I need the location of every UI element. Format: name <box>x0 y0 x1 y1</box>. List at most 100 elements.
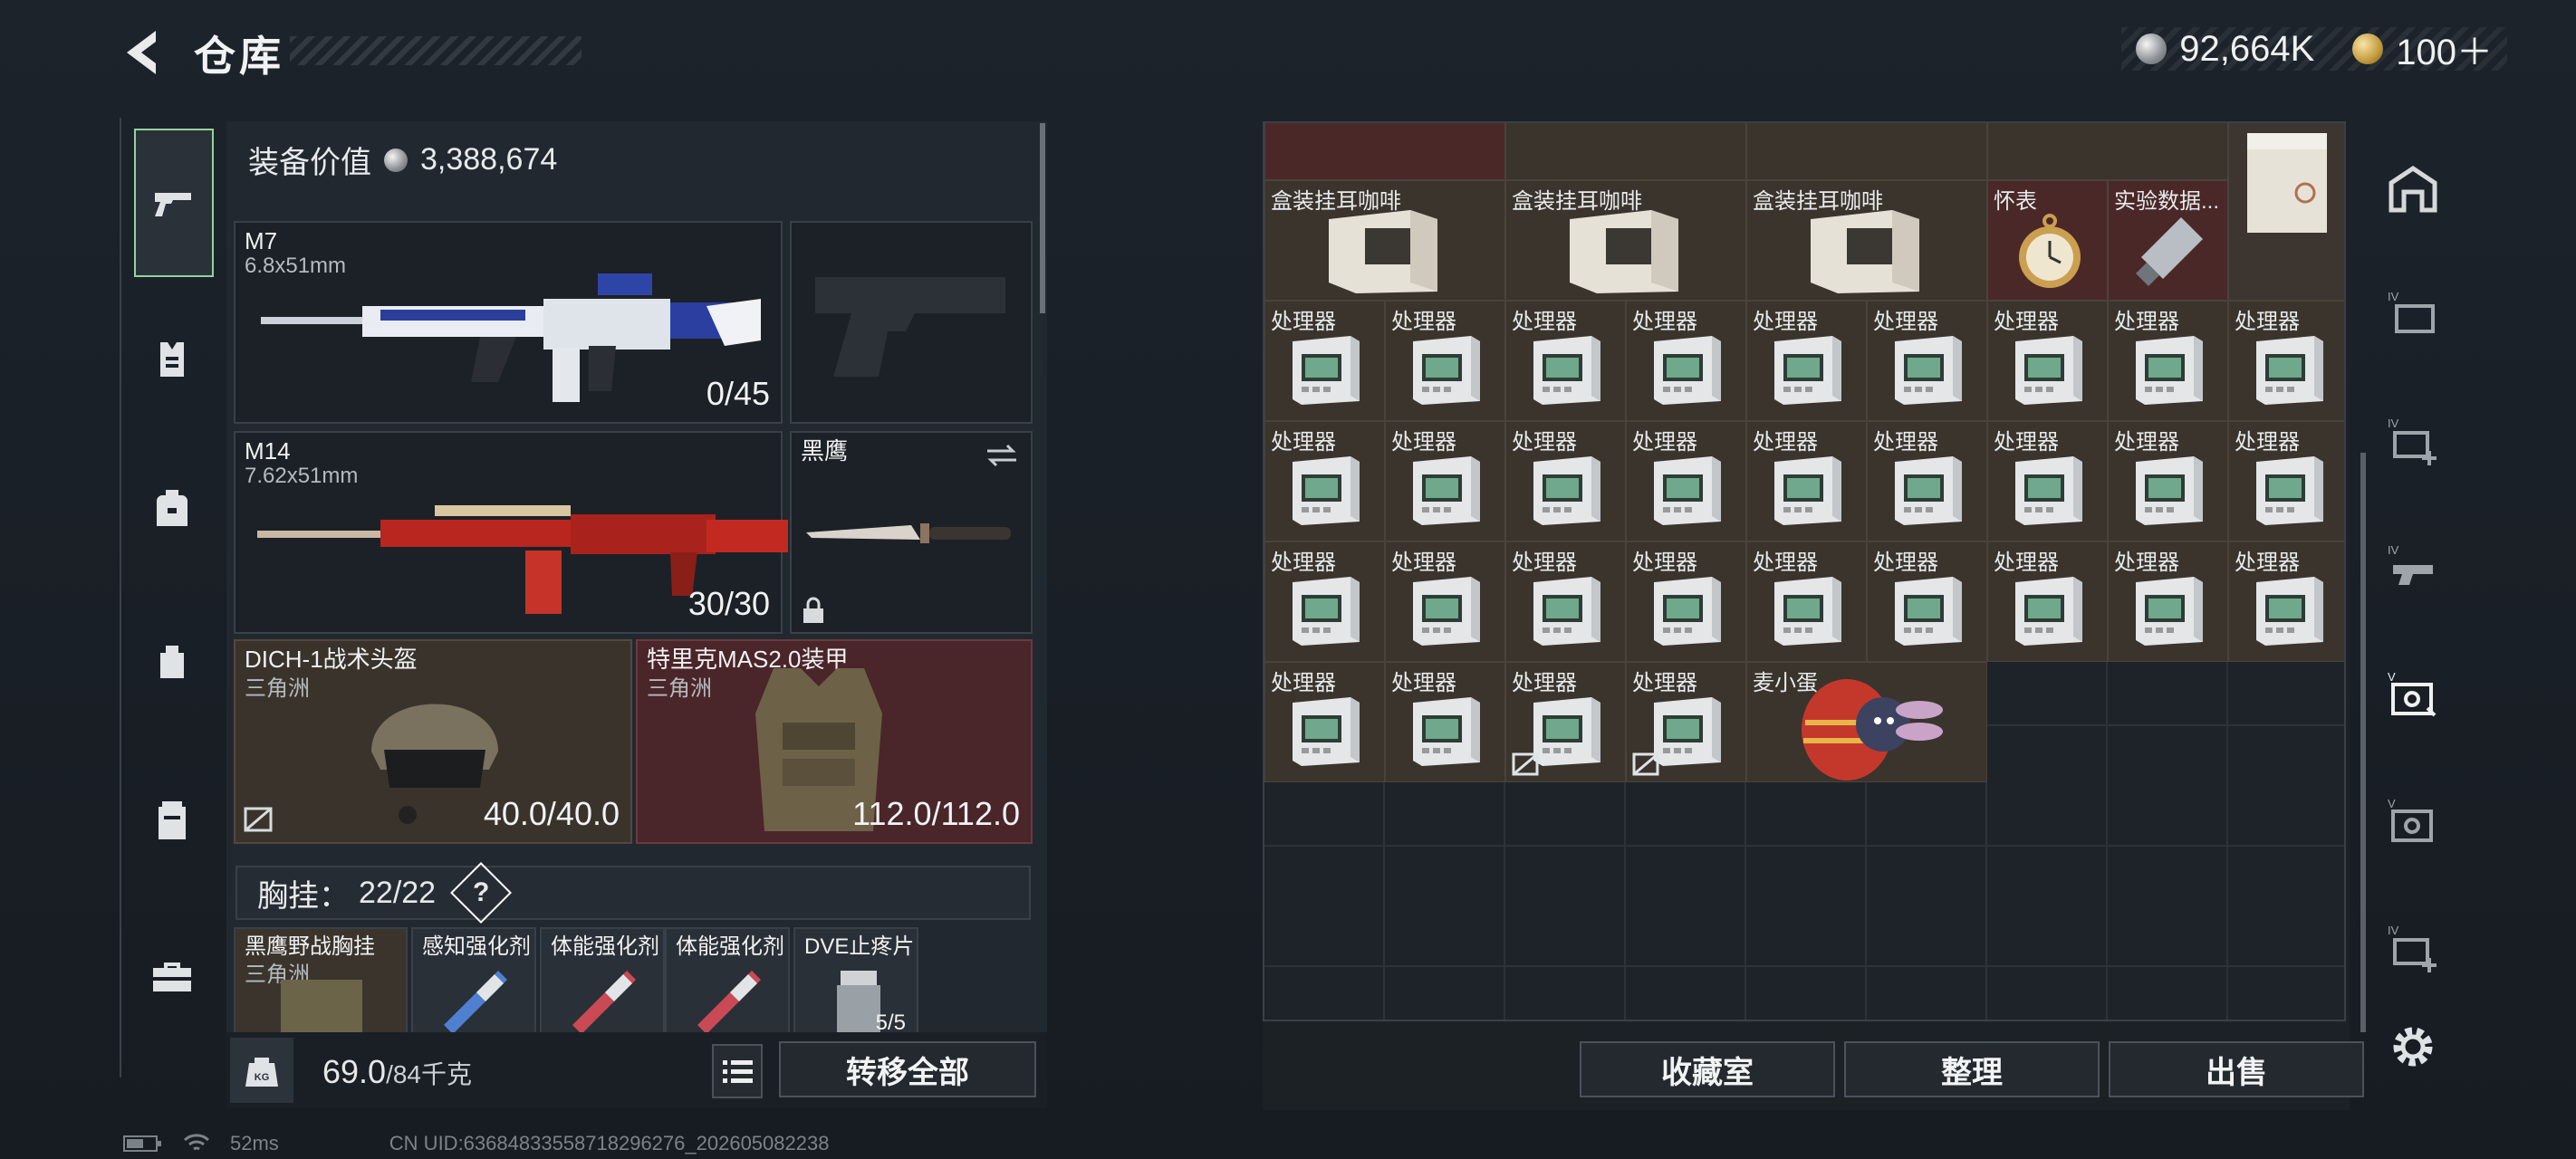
transfer-all-button[interactable]: 转移全部 <box>779 1041 1036 1097</box>
storage-item-processor[interactable]: 处理器 <box>1385 301 1505 421</box>
processor-icon <box>1293 577 1360 646</box>
medical-box-icon: IV <box>2388 417 2437 465</box>
storage-item-processor[interactable]: 处理器 <box>2228 421 2344 541</box>
equipment-scrollbar[interactable] <box>1040 123 1045 313</box>
storage-item-processor[interactable]: 处理器 <box>1626 301 1746 421</box>
storage-item[interactable] <box>1746 123 1987 180</box>
storage-tab-main[interactable] <box>2384 159 2442 217</box>
storage-item-processor[interactable]: 处理器 <box>1746 421 1867 541</box>
currency-display[interactable]: 92,664K 100＋ <box>2121 27 2507 72</box>
settings-button[interactable] <box>2384 1018 2442 1076</box>
armor-slot[interactable]: 特里克MAS2.0装甲 三角洲 112.0/112.0 <box>636 639 1033 844</box>
chest-rig-slot[interactable]: 黑鹰野战胸挂 三角洲 <box>234 927 408 1039</box>
rig-item-slot[interactable]: 体能强化剂 <box>665 927 790 1039</box>
svg-text:IV: IV <box>2388 924 2399 937</box>
coffee-box-icon <box>1811 210 1919 293</box>
helmet-slot[interactable]: DICH-1战术头盔 三角洲 40.0/40.0 <box>234 639 632 844</box>
rig-item-slot[interactable]: 体能强化剂 <box>540 927 665 1039</box>
storage-item-processor[interactable]: 处理器 <box>1746 301 1867 421</box>
primary-weapon-slot[interactable]: M7 6.8x51mm 0/45 <box>234 221 783 424</box>
swap-icon[interactable] <box>984 442 1020 469</box>
melee-name: 黑鹰 <box>801 437 849 465</box>
storage-item-processor[interactable]: 处理器 <box>1264 662 1385 782</box>
storage-item-processor[interactable]: 处理器 <box>1264 421 1385 541</box>
sort-button[interactable]: 整理 <box>1844 1041 2100 1097</box>
storage-item-processor[interactable]: 处理器 <box>2108 541 2228 662</box>
storage-item-processor[interactable]: 处理器 <box>2108 301 2228 421</box>
storage-item-processor[interactable]: 处理器 <box>1987 301 2108 421</box>
ammo-box-icon: V <box>2388 797 2433 842</box>
back-icon[interactable] <box>120 25 165 80</box>
storage-tab-5b[interactable]: V <box>2384 793 2442 851</box>
melee-slot[interactable]: 黑鹰 <box>790 431 1033 634</box>
storage-item-processor[interactable]: 处理器 <box>1385 662 1505 782</box>
processor-icon <box>2015 336 2082 405</box>
storage-tab-4c[interactable]: IV <box>2384 540 2442 598</box>
nav-armor[interactable] <box>134 321 210 398</box>
processor-icon <box>1895 577 1962 646</box>
sell-button[interactable]: 出售 <box>2109 1041 2364 1097</box>
help-icon[interactable]: ? <box>450 862 513 924</box>
gold-coin-icon <box>2352 34 2384 64</box>
storage-item-processor[interactable]: 处理器 <box>1505 541 1626 662</box>
storage-grid[interactable]: 盒装挂耳咖啡 盒装挂耳咖啡 盒装挂耳咖啡 怀表 实验数据... 处理器 处理器 处理… <box>1263 121 2346 1021</box>
weapon-ammo: 0/45 <box>706 375 770 412</box>
rig-item-slot[interactable]: DVE止疼片 5/5 <box>793 927 918 1039</box>
storage-item-processor[interactable]: 处理器 <box>1264 541 1385 662</box>
secondary-weapon-slot[interactable]: M14 7.62x51mm 30/30 <box>234 431 788 634</box>
nav-weapons[interactable] <box>134 129 214 277</box>
storage-item-processor[interactable]: 处理器 <box>1626 541 1746 662</box>
processor-icon <box>1413 577 1480 646</box>
rig-item-slot[interactable]: 感知强化剂 <box>411 927 536 1039</box>
storage-item-processor[interactable]: 处理器 <box>1987 421 2108 541</box>
processor-icon <box>1293 456 1360 525</box>
storage-tab-5-active[interactable]: V <box>2384 666 2442 724</box>
storage-item-processor[interactable]: 处理器 <box>1385 541 1505 662</box>
storage-item-coffee[interactable]: 盒装挂耳咖啡 <box>1505 180 1746 301</box>
weight-display: 69.0/84千克 <box>322 1053 472 1091</box>
storage-tab-4a[interactable]: IV <box>2384 286 2442 344</box>
storage-item-processor[interactable]: 处理器 <box>2108 421 2228 541</box>
storage-tab-4d[interactable]: IV <box>2384 920 2442 978</box>
storage-tab-4b[interactable]: IV <box>2384 413 2442 471</box>
storage-item[interactable] <box>2228 123 2344 301</box>
storage-item-processor[interactable]: 处理器 <box>2228 301 2344 421</box>
storage-item-processor[interactable]: 处理器 <box>1385 421 1505 541</box>
storage-item-pocket-watch[interactable]: 怀表 <box>1987 180 2108 301</box>
pistol-slot-empty[interactable] <box>790 221 1033 424</box>
storage-item-processor[interactable]: 处理器 <box>1867 301 1987 421</box>
storage-item-processor[interactable]: 处理器 <box>1867 541 1987 662</box>
expansion-box-icon: IV <box>2388 290 2435 333</box>
storage-item-processor[interactable]: 处理器 <box>1626 421 1746 541</box>
storage-item-processor[interactable]: 处理器 <box>2228 541 2344 662</box>
storage-item-processor[interactable]: 处理器 <box>1505 662 1626 782</box>
storage-item-processor[interactable]: 处理器 <box>1505 301 1626 421</box>
storage-item-processor[interactable]: 处理器 <box>1626 662 1746 782</box>
nav-backpack[interactable] <box>134 471 210 547</box>
storage-item[interactable] <box>1505 123 1746 180</box>
nav-case[interactable] <box>134 782 210 858</box>
no-insure-icon <box>1512 752 1539 776</box>
processor-icon <box>1533 577 1600 646</box>
storage-item-processor[interactable]: 处理器 <box>1746 541 1867 662</box>
storage-item-coffee[interactable]: 盒装挂耳咖啡 <box>1264 180 1505 301</box>
storage-item[interactable] <box>1264 123 1505 180</box>
storage-item-coffee[interactable]: 盒装挂耳咖啡 <box>1746 180 1987 301</box>
storage-item-processor[interactable]: 处理器 <box>1264 301 1385 421</box>
processor-icon <box>2015 456 2082 525</box>
storage-item-experiment-data[interactable]: 实验数据... <box>2108 180 2228 301</box>
user-uid: CN UID:6368483355871829627​6_20260508223… <box>389 1132 830 1154</box>
storage-item-processor[interactable]: 处理器 <box>1867 421 1987 541</box>
processor-icon <box>1654 456 1721 525</box>
storage-item-processor[interactable]: 处理器 <box>1987 541 2108 662</box>
weapon-name: M14 <box>245 437 291 465</box>
nav-toolbox[interactable] <box>134 938 210 1014</box>
list-view-button[interactable] <box>712 1044 763 1098</box>
storage-item[interactable] <box>1987 123 2228 180</box>
collection-room-button[interactable]: 收藏室 <box>1580 1041 1835 1097</box>
storage-item-egg[interactable]: 麦小蛋 <box>1746 662 1987 782</box>
nav-bag[interactable] <box>134 625 210 701</box>
processor-icon <box>1895 336 1962 405</box>
storage-item-processor[interactable]: 处理器 <box>1505 421 1626 541</box>
processor-icon <box>1654 697 1721 766</box>
